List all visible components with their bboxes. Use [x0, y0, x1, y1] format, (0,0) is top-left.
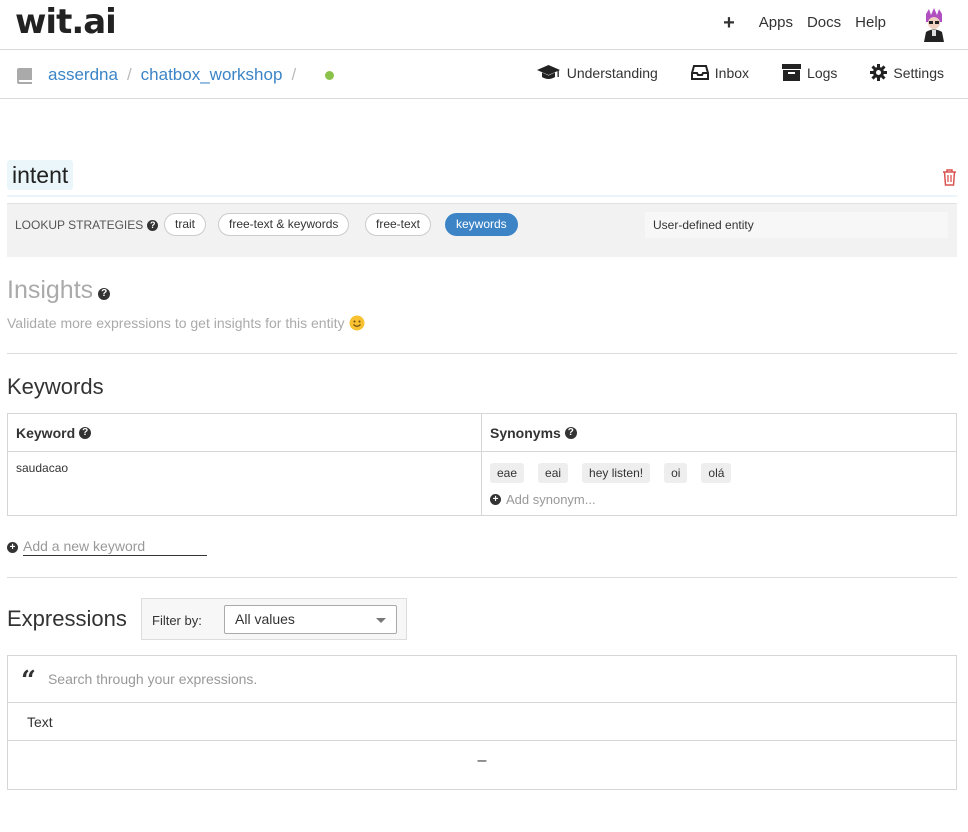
synonym-tag[interactable]: oi — [664, 463, 688, 483]
strategy-trait[interactable]: trait — [164, 213, 207, 236]
filter-panel: Filter by: All values — [141, 598, 407, 640]
user-avatar[interactable] — [920, 8, 948, 42]
add-app-icon[interactable]: + — [723, 13, 735, 33]
keywords-table-header: Keyword ? Synonyms ? — [8, 414, 956, 452]
tab-inbox-label: Inbox — [714, 64, 750, 81]
nav-apps[interactable]: Apps — [759, 14, 793, 31]
breadcrumb: asserdna / chatbox_workshop / — [15, 65, 335, 85]
nav-docs[interactable]: Docs — [807, 14, 841, 31]
insights-message: Validate more expressions to get insight… — [7, 315, 365, 331]
tab-settings-label: Settings — [893, 64, 944, 81]
quote-icon: “ — [21, 666, 36, 696]
breadcrumb-user[interactable]: asserdna — [48, 65, 118, 85]
synonym-list: eae eai hey listen! oi olá — [490, 463, 745, 483]
app-bar: asserdna / chatbox_workshop / Understand… — [0, 50, 968, 99]
tab-understanding-label: Understanding — [566, 64, 658, 81]
column-divider — [481, 414, 482, 515]
breadcrumb-app[interactable]: chatbox_workshop — [141, 65, 283, 85]
add-synonym-label: Add synonym... — [506, 492, 596, 507]
expressions-search: “ — [8, 656, 956, 703]
inbox-icon — [690, 65, 709, 80]
divider — [7, 577, 957, 578]
synonym-tag[interactable]: olá — [701, 463, 732, 483]
synonym-tag[interactable]: hey listen! — [582, 463, 651, 483]
keyword-column-header: Keyword ? — [16, 425, 92, 441]
filter-select[interactable]: All values — [224, 605, 397, 634]
add-synonym-button[interactable]: + Add synonym... — [490, 492, 596, 507]
book-icon — [17, 67, 32, 84]
breadcrumb-separator: / — [126, 65, 132, 84]
plus-circle-icon: + — [490, 494, 501, 505]
tab-understanding[interactable]: Understanding — [536, 64, 658, 81]
help-icon[interactable]: ? — [147, 219, 159, 231]
gear-icon — [870, 64, 888, 81]
tab-logs-label: Logs — [807, 64, 838, 81]
smiley-icon — [349, 315, 365, 331]
wit-logo[interactable]: wit.ai — [15, 2, 117, 42]
add-keyword: + — [7, 538, 207, 556]
graduation-cap-icon — [536, 65, 560, 79]
lookup-label: LOOKUP STRATEGIES ? — [15, 218, 159, 232]
entity-type: User-defined entity — [645, 212, 948, 238]
synonyms-column-header: Synonyms ? — [490, 425, 577, 441]
strategy-free-text-keywords[interactable]: free-text & keywords — [218, 213, 350, 236]
text-column-header: Text — [8, 703, 956, 741]
title-underline — [7, 195, 957, 197]
tab-settings[interactable]: Settings — [870, 64, 944, 81]
insights-heading: Insights ? — [7, 276, 111, 305]
strategy-free-text[interactable]: free-text — [365, 213, 432, 236]
help-icon[interactable]: ? — [98, 287, 111, 300]
keywords-heading: Keywords — [7, 374, 104, 399]
tab-inbox[interactable]: Inbox — [690, 64, 750, 81]
help-icon[interactable]: ? — [79, 427, 92, 439]
lookup-strategies-panel: LOOKUP STRATEGIES ? trait free-text & ke… — [7, 203, 957, 257]
top-nav: + Apps Docs Help — [723, 13, 886, 33]
expressions-table: “ Text – — [7, 655, 957, 790]
empty-placeholder: – — [477, 752, 487, 769]
add-keyword-input[interactable] — [23, 538, 207, 556]
help-icon[interactable]: ? — [564, 427, 577, 439]
strategy-keywords[interactable]: keywords — [445, 213, 518, 236]
expressions-search-input[interactable] — [47, 671, 648, 687]
keyword-value[interactable]: saudacao — [16, 461, 68, 475]
breadcrumb-separator: / — [291, 65, 297, 84]
status-dot — [325, 70, 335, 80]
filter-label: Filter by: — [152, 613, 202, 628]
top-bar: wit.ai + Apps Docs Help — [0, 0, 968, 50]
divider — [7, 353, 957, 354]
tab-logs[interactable]: Logs — [782, 64, 837, 81]
filter-select-value: All values — [235, 611, 295, 627]
app-nav: Understanding Inbox Logs Settings — [503, 64, 944, 81]
synonym-tag[interactable]: eai — [538, 463, 569, 483]
entity-name[interactable]: intent — [7, 160, 74, 190]
synonym-tag[interactable]: eae — [490, 463, 525, 483]
keywords-table: Keyword ? Synonyms ? saudacao eae eai he… — [7, 413, 957, 516]
caret-down-icon — [376, 618, 386, 623]
trash-icon[interactable] — [942, 169, 957, 186]
archive-icon — [782, 64, 802, 81]
expressions-heading: Expressions — [7, 606, 127, 631]
nav-help[interactable]: Help — [855, 14, 886, 31]
plus-circle-icon: + — [7, 541, 18, 553]
